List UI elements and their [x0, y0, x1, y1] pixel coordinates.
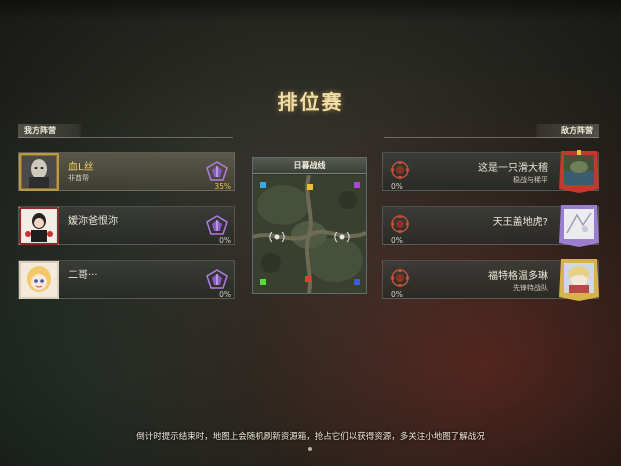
rank-badge-icon	[206, 269, 228, 289]
page-title: 排位赛	[277, 90, 344, 114]
player-name: 二哥···	[68, 270, 98, 281]
player-guild: 非酋帮	[68, 174, 89, 182]
enemy-player-card-3[interactable]: 0% 福特格温多琳 先锋特战队	[382, 257, 601, 301]
ally-player-card-3[interactable]: 二哥··· 0%	[18, 260, 235, 299]
team-header-ally: 我方阵营	[18, 124, 233, 138]
player-guild: 稳战与稀平	[513, 176, 548, 184]
loading-percent: 0%	[391, 182, 403, 191]
ally-player-card-2[interactable]: 嫒沵爸恨沵 0%	[18, 206, 235, 245]
ally-player-card-1[interactable]: 血L丝 非酋帮 35%	[18, 152, 235, 191]
loading-percent: 0%	[219, 236, 231, 245]
player-name: 血L丝	[68, 162, 94, 173]
avatar	[557, 257, 601, 301]
rank-badge-icon	[390, 268, 410, 288]
team-header-enemy: 敌方阵营	[384, 124, 599, 138]
loading-percent: 0%	[391, 236, 403, 245]
player-name: 天王盖地虎?	[492, 217, 548, 228]
avatar	[19, 207, 59, 245]
minimap[interactable]: 日暮战线	[252, 157, 367, 294]
avatar	[557, 203, 601, 247]
rank-badge-icon	[206, 215, 228, 235]
enemy-player-card-2[interactable]: 0% 天王盖地虎?	[382, 203, 601, 247]
tip-text: 倒计时提示结束时，地图上会随机刷新资源箱，抢占它们以获得资源，多关注小地图了解战…	[136, 432, 485, 442]
map-title: 日暮战线	[253, 158, 366, 174]
player-name: 嫒沵爸恨沵	[68, 216, 118, 227]
map-terrain	[253, 175, 366, 293]
player-name: 福特格温多琳	[488, 271, 548, 282]
page-indicator-dot	[308, 447, 312, 451]
avatar	[557, 149, 601, 193]
enemy-player-card-1[interactable]: 0% 这是一只滑大稽 稳战与稀平	[382, 149, 601, 193]
top-shade	[0, 0, 621, 20]
loading-percent: 0%	[219, 290, 231, 299]
rank-badge-icon	[206, 161, 228, 181]
avatar	[19, 261, 59, 299]
rank-badge-icon	[390, 160, 410, 180]
player-name: 这是一只滑大稽	[478, 163, 548, 174]
loading-percent: 0%	[391, 290, 403, 299]
player-guild: 先锋特战队	[513, 284, 548, 292]
avatar	[19, 153, 59, 191]
rank-badge-icon	[390, 214, 410, 234]
loading-percent: 35%	[214, 182, 231, 191]
